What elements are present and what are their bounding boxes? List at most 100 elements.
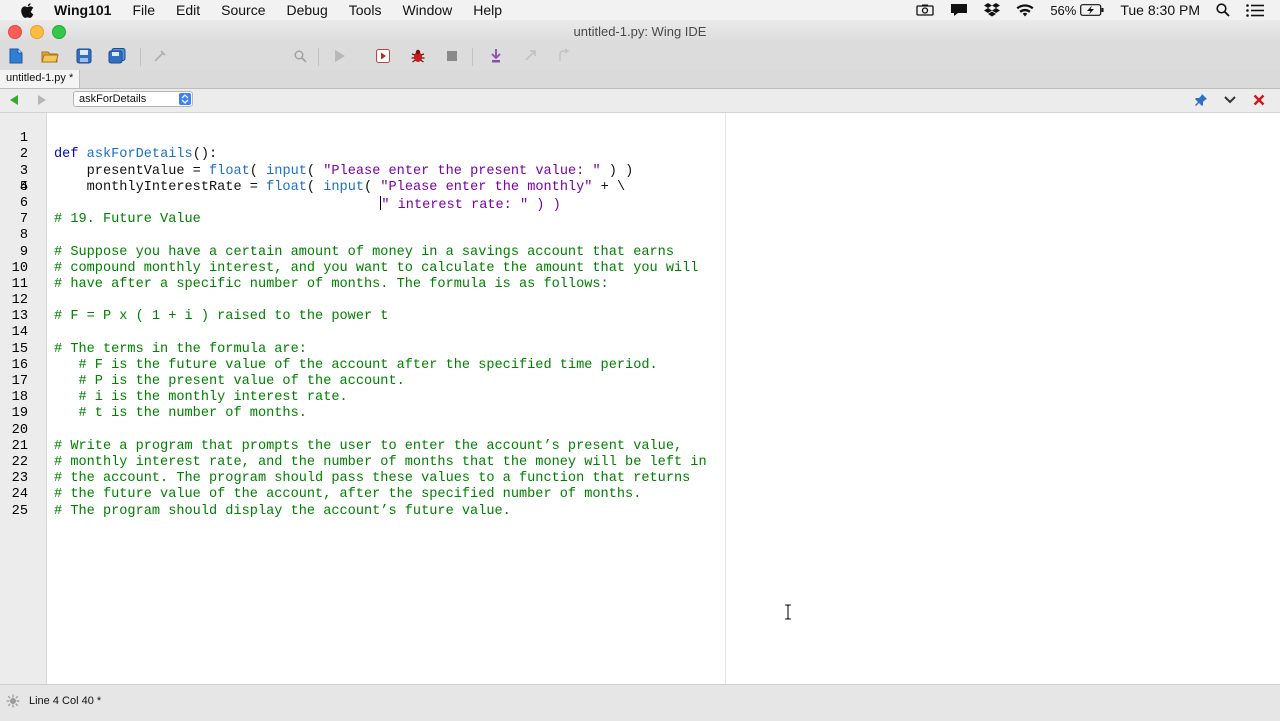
search-icon[interactable] [291,47,309,65]
menu-edit[interactable]: Edit [176,0,200,20]
menu-tools[interactable]: Tools [349,0,382,20]
clock[interactable]: Tue 8:30 PM [1120,2,1200,18]
save-all-icon[interactable] [108,47,126,65]
code-comment: # Write a program that prompts the user … [54,438,683,454]
code-line: 14 [0,325,49,341]
window-close-button[interactable] [8,25,22,39]
save-icon[interactable] [75,47,93,65]
chevron-down-icon[interactable] [1223,93,1237,107]
window-minimize-button[interactable] [30,25,44,39]
code-line: 9 # Suppose you have a certain amount of … [0,244,674,261]
code-comment: # t is the number of months. [54,406,307,422]
line-number: 25 [11,503,28,519]
chat-icon[interactable] [950,3,968,17]
status-bar: Line 4 Col 40 * [0,684,1280,721]
keyword-def: def [54,147,79,163]
code-lines: 1 def askForDetails(): 2 presentValue = … [0,115,707,520]
code-text: presentValue = float( input( "Please ent… [54,163,634,179]
code-line: 11 # have after a specific number of mont… [0,277,609,293]
line-number: 9 [19,244,28,260]
code-line: 10 # compound monthly interest, and you w… [0,260,699,277]
code-line: 7 # 19. Future Value [0,212,201,228]
code-comment: # i is the monthly interest rate. [54,390,348,406]
tab-untitled-1[interactable]: untitled-1.py * [0,70,81,88]
line-number: 24 [11,487,28,503]
line-number: 12 [11,293,28,309]
code-comment: # P is the present value of the account. [54,374,405,389]
code-line: 13 # F = P x ( 1 + i ) raised to the powe… [0,309,389,325]
new-file-icon[interactable] [7,47,25,65]
battery-charging-icon[interactable] [1080,4,1104,16]
scope-dropdown[interactable]: askForDetails [73,91,193,107]
code-comment: # compound monthly interest, and you wan… [54,260,699,276]
code-line: 3 monthlyInterestRate = float( input( "P… [0,147,625,195]
code-comment: # have after a specific number of months… [54,276,609,292]
code-line: 24 # the future value of the account, aft… [0,487,642,503]
code-line: 15 # The terms in the formula are: [0,342,307,358]
line-number: 14 [11,325,28,341]
run-icon[interactable] [331,47,349,65]
code-line: 25 # The program should display the accou… [0,503,511,520]
line-number: 23 [11,471,28,487]
window-zoom-button[interactable] [52,25,66,39]
code-line: 1 def askForDetails(): [0,115,217,162]
step-into-icon[interactable] [487,47,505,65]
menu-source[interactable]: Source [221,0,265,20]
code-line: 20 [0,423,49,439]
apple-menu-icon[interactable] [20,2,34,18]
window-title: untitled-1.py: Wing IDE [573,23,707,39]
code-comment: # the future value of the account, after… [54,487,642,503]
step-over-icon[interactable] [522,47,540,65]
line-number: 7 [19,212,28,228]
line-number: 6 [19,195,28,211]
line-number: 18 [11,390,28,406]
code-line: 16 # F is the future value of the accoun… [0,358,658,374]
open-folder-icon[interactable] [41,47,59,65]
code-line: 2 presentValue = float( input( "Please e… [0,131,633,178]
code-line: 19 # t is the number of months. [0,406,307,422]
close-icon[interactable] [1252,93,1266,107]
back-arrow-icon[interactable] [7,93,21,107]
toolbar [0,42,1280,104]
menu-file[interactable]: File [132,0,155,20]
code-comment: # The terms in the formula are: [54,341,307,357]
menu-debug[interactable]: Debug [287,0,328,20]
bug-icon[interactable] [409,47,427,65]
pin-icon[interactable] [1194,93,1208,107]
code-line: 4 " interest rate: " ) ) [0,164,561,213]
line-number: 17 [11,374,28,389]
function-name: askForDetails [86,147,193,163]
chevron-updown-icon [179,93,191,105]
line-number: 22 [11,454,28,470]
camera-icon[interactable] [916,4,934,16]
menu-app-name[interactable]: Wing101 [54,0,111,20]
edge-ruler [725,113,726,684]
wifi-icon[interactable] [1016,3,1034,17]
menu-help[interactable]: Help [473,0,502,20]
dropbox-icon[interactable] [984,3,1001,17]
line-number: 8 [19,228,28,244]
code-comment: # The program should display the account… [54,503,511,519]
code-line: 23 # the account. The program should pass… [0,471,691,487]
code-editor[interactable]: 1 def askForDetails(): 2 presentValue = … [0,113,1280,684]
menu-window[interactable]: Window [402,0,452,20]
forward-arrow-icon[interactable] [35,93,49,107]
scope-dropdown-value: askForDetails [79,93,147,105]
debug-run-icon[interactable] [374,47,392,65]
spotlight-search-icon[interactable] [1216,3,1230,17]
stop-icon[interactable] [443,47,461,65]
code-line: 17 # P is the present value of the accou… [0,374,405,390]
notification-center-icon[interactable] [1246,3,1264,17]
indent-tool-icon[interactable] [152,47,170,65]
bug-status-icon[interactable] [6,694,20,708]
window-title-bar: untitled-1.py: Wing IDE [0,20,1280,42]
code-line: 8 [0,228,49,244]
cursor-position-status: Line 4 Col 40 * [29,695,102,707]
code-comment: # Suppose you have a certain amount of m… [54,244,674,260]
code-comment: # F = P x ( 1 + i ) raised to the power … [54,309,389,325]
code-comment: # monthly interest rate, and the number … [54,454,707,470]
battery-percent[interactable]: 56% [1050,3,1076,18]
step-out-icon[interactable] [555,47,573,65]
line-number: 10 [11,260,28,276]
